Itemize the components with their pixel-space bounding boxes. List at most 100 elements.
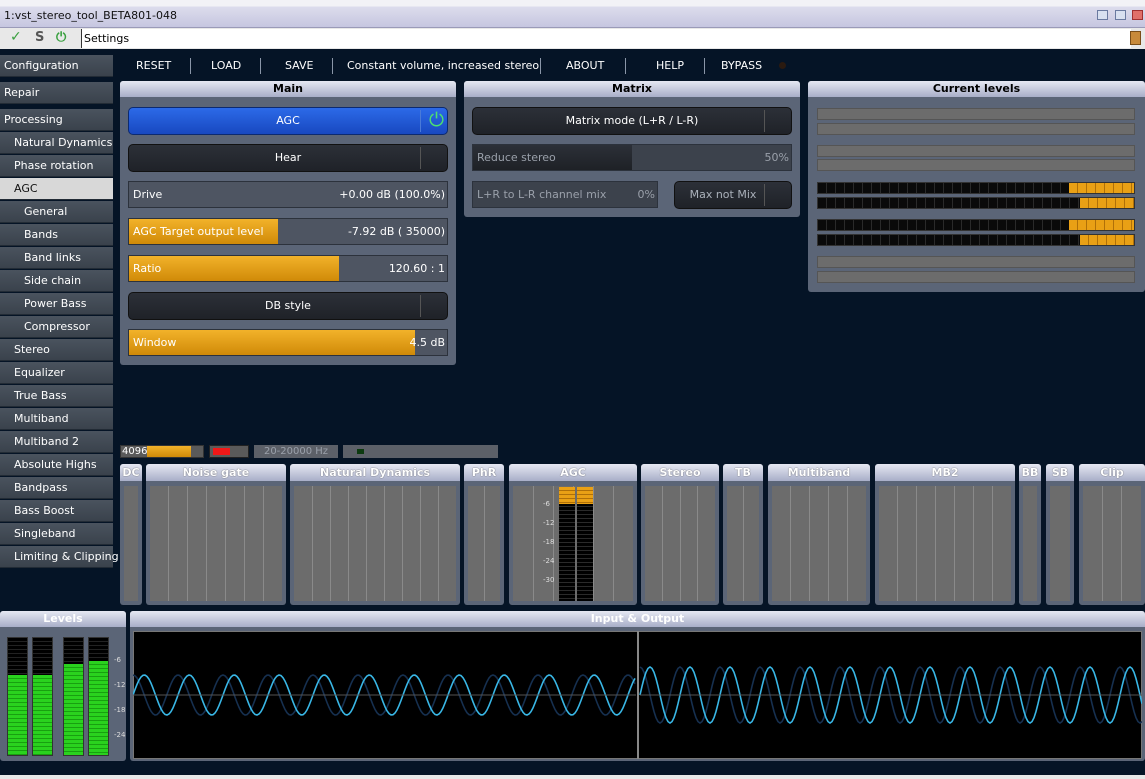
- window-title: 1:vst_stereo_tool_BETA801-048: [4, 9, 178, 22]
- agc-enable-button[interactable]: AGC ⏻: [128, 107, 448, 135]
- module-graph: [879, 486, 1011, 601]
- led-meter: [817, 234, 1135, 246]
- load-button[interactable]: LOAD: [211, 59, 241, 72]
- hear-button[interactable]: Hear: [128, 144, 448, 172]
- sidebar-item-side-chain[interactable]: Side chain: [0, 270, 113, 292]
- sidebar-item-natural-dynamics[interactable]: Natural Dynamics: [0, 132, 113, 154]
- channel-mix-slider[interactable]: L+R to L-R channel mix 0%: [472, 181, 658, 208]
- power-icon[interactable]: ⏻: [56, 30, 66, 45]
- level-bar: [7, 637, 28, 756]
- sidebar-item-configuration[interactable]: Configuration: [0, 55, 113, 77]
- reduce-stereo-slider[interactable]: Reduce stereo 50%: [472, 144, 792, 171]
- module-graph: [727, 486, 759, 601]
- sidebar-item-processing[interactable]: Processing: [0, 109, 113, 131]
- check-icon[interactable]: ✓: [10, 29, 22, 45]
- drive-slider[interactable]: Drive +0.00 dB (100.0%): [128, 181, 448, 208]
- preset-name[interactable]: Constant volume, increased stereo: [347, 59, 539, 72]
- activity-bar: [343, 445, 498, 458]
- module-sb[interactable]: SB: [1046, 464, 1074, 605]
- s-icon[interactable]: S: [35, 30, 44, 45]
- module-phr[interactable]: PhR: [464, 464, 504, 605]
- input-output-panel: Input & Output: [130, 611, 1145, 761]
- module-natural-dynamics[interactable]: Natural Dynamics: [290, 464, 460, 605]
- sidebar-item-agc[interactable]: AGC: [0, 178, 113, 200]
- window-slider[interactable]: Window 4.5 dB: [128, 329, 448, 356]
- module-title: Stereo: [641, 464, 719, 481]
- module-title: SB: [1046, 464, 1074, 481]
- help-button[interactable]: HELP: [656, 59, 684, 72]
- block-size-value: 4096: [122, 446, 148, 457]
- module-stereo[interactable]: Stereo: [641, 464, 719, 605]
- sidebar-item-equalizer[interactable]: Equalizer: [0, 362, 113, 384]
- module-title: Noise gate: [146, 464, 286, 481]
- levels-scale-label: -24: [114, 731, 126, 739]
- module-tb[interactable]: TB: [723, 464, 763, 605]
- close-icon[interactable]: [1132, 10, 1143, 20]
- led-meter: [817, 182, 1135, 194]
- sidebar-item-multiband[interactable]: Multiband: [0, 408, 113, 430]
- sidebar-item-multiband-2[interactable]: Multiband 2: [0, 431, 113, 453]
- sidebar-item-absolute-highs[interactable]: Absolute Highs: [0, 454, 113, 476]
- sidebar-item-general[interactable]: General: [0, 201, 113, 223]
- level-bar: [32, 637, 53, 756]
- sidebar-item-repair[interactable]: Repair: [0, 82, 113, 104]
- module-title: Multiband: [768, 464, 870, 481]
- level-bar: [63, 637, 84, 756]
- module-mb2[interactable]: MB2: [875, 464, 1015, 605]
- led-meter: [817, 219, 1135, 231]
- bypass-button[interactable]: BYPASS: [721, 59, 762, 72]
- save-button[interactable]: SAVE: [285, 59, 313, 72]
- matrix-panel: Matrix Matrix mode (L+R / L-R) Reduce st…: [464, 81, 800, 217]
- module-multiband[interactable]: Multiband: [768, 464, 870, 605]
- module-title: DC: [120, 464, 142, 481]
- sidebar-item-bands[interactable]: Bands: [0, 224, 113, 246]
- level-meter: [817, 123, 1135, 135]
- level-meter: [817, 145, 1135, 157]
- sidebar-item-stereo[interactable]: Stereo: [0, 339, 113, 361]
- agc-scale-label: -18: [543, 538, 555, 546]
- about-button[interactable]: ABOUT: [566, 59, 604, 72]
- sidebar-item-singleband[interactable]: Singleband: [0, 523, 113, 545]
- sidebar-item-true-bass[interactable]: True Bass: [0, 385, 113, 407]
- reset-button[interactable]: RESET: [136, 59, 171, 72]
- sidebar-item-power-bass[interactable]: Power Bass: [0, 293, 113, 315]
- module-agc[interactable]: AGC -6 -12 -18 -24 -30: [509, 464, 637, 605]
- sidebar-item-bandpass[interactable]: Bandpass: [0, 477, 113, 499]
- settings-input[interactable]: [81, 29, 1131, 48]
- led-meter: [817, 197, 1135, 209]
- db-style-button[interactable]: DB style: [128, 292, 448, 320]
- clip-indicator: [209, 445, 249, 458]
- module-title: Natural Dynamics: [290, 464, 460, 481]
- power-icon[interactable]: ⏻: [429, 107, 444, 133]
- sidebar-item-bass-boost[interactable]: Bass Boost: [0, 500, 113, 522]
- module-graph: [124, 486, 138, 601]
- maximize-icon[interactable]: [1115, 10, 1126, 20]
- module-title: AGC: [509, 464, 637, 481]
- module-clip[interactable]: Clip: [1079, 464, 1145, 605]
- agc-target-slider[interactable]: AGC Target output level -7.92 dB ( 35000…: [128, 218, 448, 245]
- current-levels-title: Current levels: [808, 81, 1145, 97]
- levels-scale-label: -12: [114, 681, 126, 689]
- sidebar-item-compressor[interactable]: Compressor: [0, 316, 113, 338]
- matrix-mode-button[interactable]: Matrix mode (L+R / L-R): [472, 107, 792, 135]
- ratio-slider[interactable]: Ratio 120.60 : 1: [128, 255, 448, 282]
- io-title: Input & Output: [130, 611, 1145, 627]
- restore-icon[interactable]: [1097, 10, 1108, 20]
- module-graph: [468, 486, 500, 601]
- module-dc[interactable]: DC: [120, 464, 142, 605]
- agc-scale-label: -6: [543, 500, 550, 508]
- module-title: TB: [723, 464, 763, 481]
- agc-meter-bar: [577, 487, 593, 601]
- cabinet-icon[interactable]: [1130, 31, 1141, 45]
- sidebar-item-band-links[interactable]: Band links: [0, 247, 113, 269]
- levels-title: Levels: [0, 611, 126, 627]
- module-noise-gate[interactable]: Noise gate: [146, 464, 286, 605]
- matrix-panel-title: Matrix: [464, 81, 800, 97]
- module-bb[interactable]: BB: [1019, 464, 1041, 605]
- level-meter: [817, 256, 1135, 268]
- module-title: MB2: [875, 464, 1015, 481]
- sidebar-item-limiting-clipping[interactable]: Limiting & Clipping: [0, 546, 119, 568]
- module-graph: -6 -12 -18 -24 -30: [513, 486, 633, 601]
- sidebar-item-phase-rotation[interactable]: Phase rotation: [0, 155, 113, 177]
- max-not-mix-button[interactable]: Max not Mix: [674, 181, 792, 209]
